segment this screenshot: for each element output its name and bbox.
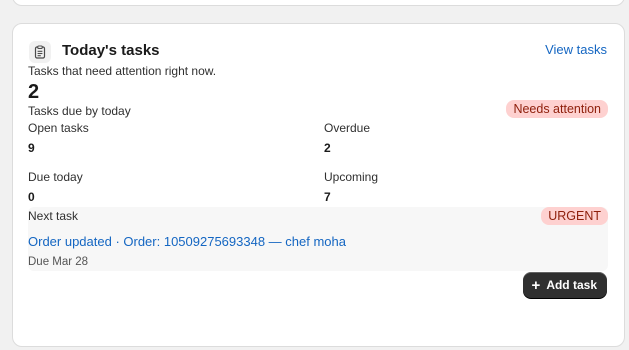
needs-attention-badge: Needs attention xyxy=(506,100,608,118)
next-task-link[interactable]: Order updated · Order: 10509275693348 — … xyxy=(28,233,346,251)
due-count: 2 xyxy=(28,81,40,103)
urgent-badge: URGENT xyxy=(541,207,608,225)
upcoming-value: 7 xyxy=(324,190,331,204)
upcoming-label: Upcoming xyxy=(324,170,379,184)
card-title: Today's tasks xyxy=(62,42,160,59)
due-today-label: Due today xyxy=(28,170,83,184)
overdue-value: 2 xyxy=(324,141,331,155)
previous-card xyxy=(12,0,625,6)
open-tasks-value: 9 xyxy=(28,141,35,155)
card-subtitle: Tasks that need attention right now. xyxy=(28,64,217,78)
open-tasks-label: Open tasks xyxy=(28,121,89,135)
todays-tasks-card: Today's tasks View tasks Tasks that need… xyxy=(12,23,625,347)
next-task-panel: Next task URGENT Order updated · Order: … xyxy=(28,207,608,271)
view-tasks-link[interactable]: View tasks xyxy=(545,42,607,58)
due-caption: Tasks due by today xyxy=(28,104,131,118)
clipboard-icon xyxy=(29,41,51,63)
next-task-label: Next task xyxy=(28,209,79,223)
overdue-label: Overdue xyxy=(324,121,371,135)
due-today-value: 0 xyxy=(28,190,35,204)
add-task-label: Add task xyxy=(546,278,597,292)
plus-icon: + xyxy=(531,276,541,294)
next-task-due: Due Mar 28 xyxy=(28,256,89,268)
add-task-button[interactable]: + Add task xyxy=(522,272,607,298)
